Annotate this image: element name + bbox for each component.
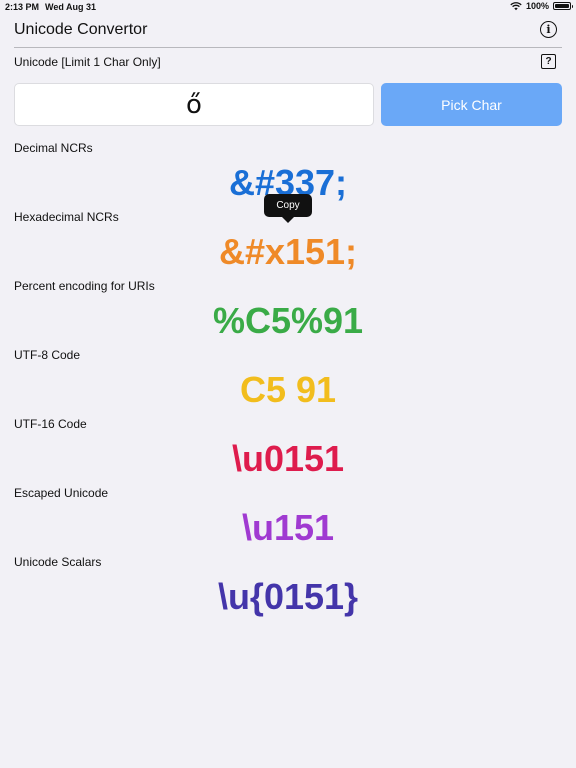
unicode-scalars-value[interactable]: \u{0151}	[0, 577, 576, 617]
percent-encoding-label: Percent encoding for URIs	[14, 279, 155, 293]
utf8-code-value[interactable]: C5 91	[0, 370, 576, 410]
hex-ncr-label: Hexadecimal NCRs	[14, 210, 119, 224]
status-indicators: 100%	[510, 1, 573, 11]
percent-encoding-value[interactable]: %C5%91	[0, 301, 576, 341]
battery-icon	[553, 2, 573, 10]
decimal-ncr-label: Decimal NCRs	[14, 141, 93, 155]
status-date: Wed Aug 31	[45, 2, 97, 12]
hex-ncr-value[interactable]: &#x151;	[0, 232, 576, 272]
header-divider	[14, 47, 562, 48]
utf16-code-label: UTF-16 Code	[14, 417, 87, 431]
pick-char-button[interactable]: Pick Char	[381, 83, 562, 126]
status-bar: 2:13 PM Wed Aug 31 100%	[0, 0, 576, 14]
battery-percentage: 100%	[525, 1, 549, 11]
utf16-code-value[interactable]: \u0151	[0, 439, 576, 479]
escaped-unicode-value[interactable]: \u151	[0, 508, 576, 548]
escaped-unicode-label: Escaped Unicode	[14, 486, 109, 500]
unicode-input-label: Unicode [Limit 1 Char Only]	[14, 55, 161, 69]
unicode-scalars-label: Unicode Scalars	[14, 555, 102, 569]
tooltip-arrow	[282, 217, 294, 223]
utf8-code-label: UTF-8 Code	[14, 348, 81, 362]
info-circle-icon[interactable]: i	[540, 21, 557, 38]
wifi-icon	[510, 2, 522, 11]
question-square-icon[interactable]: ?	[541, 54, 556, 69]
battery-fill	[555, 4, 569, 8]
status-time: 2:13 PM	[5, 2, 40, 12]
copy-tooltip[interactable]: Copy	[264, 194, 312, 217]
page-title: Unicode Convertor	[14, 21, 148, 38]
unicode-char-input[interactable]	[14, 83, 374, 126]
